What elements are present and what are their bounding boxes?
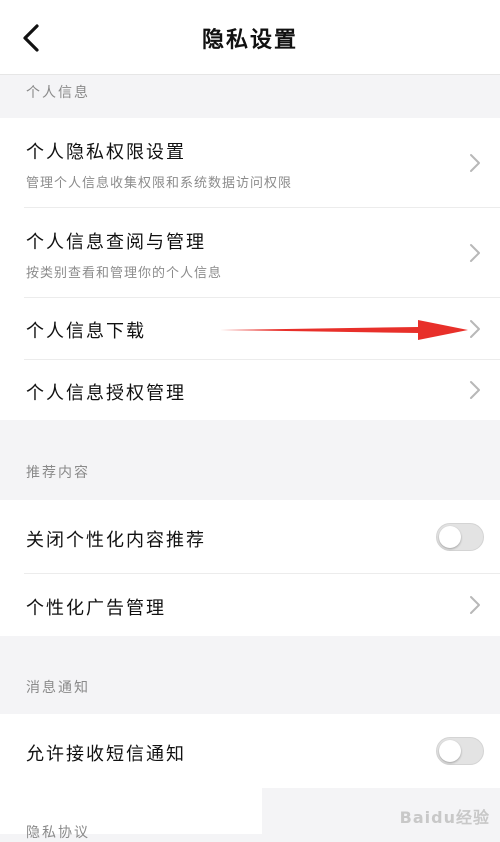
row-subtitle: 管理个人信息收集权限和系统数据访问权限: [26, 176, 293, 191]
watermark-logo: Baidu经验: [399, 808, 490, 827]
chevron-right-icon: [470, 381, 480, 399]
row-label: 个人信息查阅与管理: [26, 232, 206, 253]
section-title-personal-info: 个人信息: [26, 85, 90, 101]
personal-info-review-row[interactable]: 个人信息查阅与管理 按类别查看和管理你的个人信息: [0, 208, 500, 298]
personalized-ad-management-row[interactable]: 个性化广告管理: [0, 574, 500, 636]
row-label: 允许接收短信通知: [26, 744, 186, 765]
message-notification-group: 允许接收短信通知: [0, 714, 500, 788]
row-label: 个性化广告管理: [26, 598, 166, 619]
disable-personalized-recommend-row: 关闭个性化内容推荐: [0, 500, 500, 574]
toggle-knob: [439, 526, 461, 548]
annotation-arrow: [220, 320, 468, 340]
sms-notification-toggle[interactable]: [436, 737, 484, 765]
row-label: 个人隐私权限设置: [26, 142, 186, 163]
section-title-message-notification: 消息通知: [26, 680, 90, 696]
chevron-right-icon: [470, 320, 480, 338]
section-title-partial: 隐私协议: [26, 825, 90, 841]
row-label: 个人信息授权管理: [26, 383, 186, 404]
row-subtitle: 按类别查看和管理你的个人信息: [26, 266, 223, 281]
chevron-right-icon: [470, 154, 480, 172]
top-bar: 隐私设置: [0, 0, 500, 75]
row-label: 个人信息下载: [26, 321, 146, 342]
personal-privacy-permission-row[interactable]: 个人隐私权限设置 管理个人信息收集权限和系统数据访问权限: [0, 118, 500, 208]
chevron-right-icon: [470, 244, 480, 262]
allow-sms-notification-row: 允许接收短信通知: [0, 714, 500, 788]
chevron-right-icon: [470, 596, 480, 614]
personalized-recommend-toggle[interactable]: [436, 523, 484, 551]
personal-info-authorization-row[interactable]: 个人信息授权管理: [0, 360, 500, 420]
toggle-knob: [439, 740, 461, 762]
page-title: 隐私设置: [201, 28, 298, 53]
recommended-content-group: 关闭个性化内容推荐 个性化广告管理: [0, 500, 500, 636]
personal-info-group: 个人隐私权限设置 管理个人信息收集权限和系统数据访问权限 个人信息查阅与管理 按…: [0, 118, 500, 420]
row-label: 关闭个性化内容推荐: [26, 530, 206, 551]
section-title-recommended-content: 推荐内容: [26, 465, 90, 481]
